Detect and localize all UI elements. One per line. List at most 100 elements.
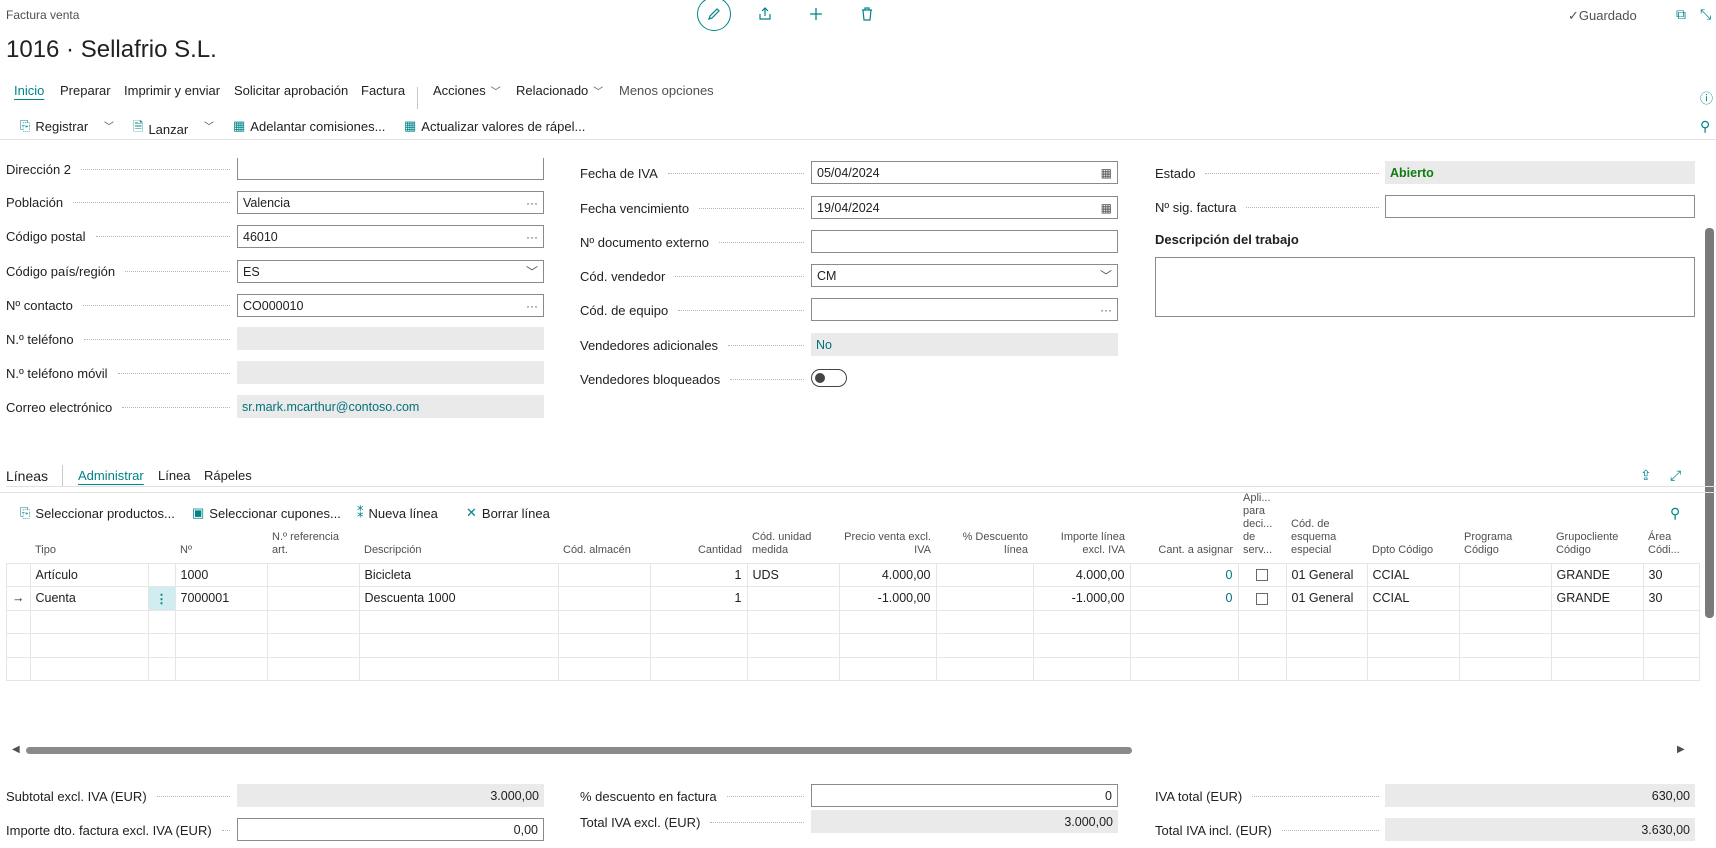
- cell-asignar[interactable]: 0: [1129, 586, 1239, 611]
- empty-row[interactable]: [6, 633, 1700, 658]
- expand-icon[interactable]: ⤢: [1670, 467, 1681, 484]
- pin-icon[interactable]: ⚲: [1700, 118, 1710, 135]
- cell-area[interactable]: 30: [1642, 586, 1700, 611]
- new-button[interactable]: [799, 0, 833, 31]
- cell-descripcion[interactable]: Descuenta 1000: [358, 586, 559, 611]
- column-header[interactable]: Área Códi...: [1643, 487, 1699, 563]
- empty-row[interactable]: [6, 609, 1700, 634]
- calendar-icon[interactable]: ▦: [1101, 166, 1112, 180]
- lanzar-button[interactable]: 🗎 Lanzar: [133, 118, 188, 140]
- fecha-vencimiento-input[interactable]: 19/04/2024 ▦: [811, 196, 1118, 219]
- column-header[interactable]: % Descuento línea: [936, 487, 1033, 563]
- tab-administrar[interactable]: Administrar: [78, 468, 144, 483]
- table-row[interactable]: → Cuenta ⋮ 7000001 Descuenta 1000 1 -1.0…: [6, 586, 1700, 611]
- menu-inicio[interactable]: Inicio: [14, 83, 44, 98]
- cell-precio[interactable]: 4.000,00: [838, 562, 937, 587]
- cell-unidad[interactable]: [746, 586, 840, 611]
- column-header[interactable]: Dpto Código: [1367, 487, 1459, 563]
- scroll-right-icon[interactable]: ▶: [1677, 744, 1685, 755]
- cell-cantidad[interactable]: 1: [649, 586, 748, 611]
- row-menu-button[interactable]: ⋮: [147, 586, 176, 611]
- tab-rapeles[interactable]: Rápeles: [204, 468, 252, 483]
- column-header[interactable]: Cód. unidad medida: [747, 487, 839, 563]
- pct-descuento-input[interactable]: 0: [811, 784, 1118, 807]
- cell-no[interactable]: 7000001: [174, 586, 268, 611]
- open-new-window-icon[interactable]: ⧉: [1676, 6, 1686, 23]
- cell-precio[interactable]: -1.000,00: [838, 586, 937, 611]
- share-icon[interactable]: ⇪: [1640, 467, 1652, 484]
- descripcion-textarea[interactable]: [1155, 257, 1695, 317]
- menu-acciones[interactable]: Acciones ﹀: [433, 83, 501, 98]
- cell-checkbox[interactable]: [1237, 586, 1287, 611]
- cell-programa[interactable]: [1458, 562, 1552, 587]
- cell-almacen[interactable]: [557, 562, 651, 587]
- equipo-input[interactable]: ···: [811, 298, 1118, 321]
- contacto-input[interactable]: CO000010 ···: [237, 294, 544, 317]
- column-header[interactable]: Cantidad: [650, 487, 747, 563]
- column-header[interactable]: Importe línea excl. IVA: [1033, 487, 1130, 563]
- cell-dpto[interactable]: CCIAL: [1366, 562, 1460, 587]
- codigo-postal-input[interactable]: 46010 ···: [237, 225, 544, 248]
- empty-row[interactable]: [6, 656, 1700, 681]
- cell-almacen[interactable]: [557, 586, 651, 611]
- column-header[interactable]: N.º referencia art.: [267, 487, 359, 563]
- checkbox[interactable]: [1256, 569, 1268, 582]
- ellipsis-icon[interactable]: ···: [526, 230, 538, 244]
- table-row[interactable]: Artículo 1000 Bicicleta 1 UDS 4.000,00 4…: [6, 562, 1700, 587]
- ellipsis-icon[interactable]: ···: [526, 196, 538, 210]
- cell-esquema[interactable]: 01 General: [1285, 586, 1368, 611]
- share-button[interactable]: [748, 0, 782, 31]
- cell-descuento[interactable]: [935, 586, 1034, 611]
- cell-importe[interactable]: -1.000,00: [1032, 586, 1131, 611]
- ellipsis-icon[interactable]: ···: [1100, 303, 1112, 317]
- poblacion-input[interactable]: Valencia ···: [237, 191, 544, 214]
- cell-dpto[interactable]: CCIAL: [1366, 586, 1460, 611]
- tab-linea[interactable]: Línea: [158, 468, 191, 483]
- cell-ref[interactable]: [266, 562, 360, 587]
- cell-area[interactable]: 30: [1642, 562, 1700, 587]
- column-header[interactable]: Cód. de esquema especial: [1286, 487, 1367, 563]
- vendedores-bloqueados-toggle[interactable]: [811, 369, 847, 387]
- cell-tipo[interactable]: Cuenta: [29, 586, 149, 611]
- direccion2-input[interactable]: [237, 158, 544, 180]
- registrar-button[interactable]: ⎘ Registrar: [20, 118, 88, 134]
- delete-button[interactable]: [850, 0, 884, 31]
- checkbox[interactable]: [1256, 592, 1268, 605]
- menu-solicitar[interactable]: Solicitar aprobación: [234, 83, 348, 98]
- fecha-iva-input[interactable]: 05/04/2024 ▦: [811, 161, 1118, 184]
- cell-grupo[interactable]: GRANDE: [1550, 562, 1644, 587]
- cell-importe[interactable]: 4.000,00: [1032, 562, 1131, 587]
- menu-preparar[interactable]: Preparar: [60, 83, 111, 98]
- column-header[interactable]: Apli... para deci... de serv...: [1238, 487, 1286, 563]
- column-header[interactable]: Tipo: [30, 487, 148, 563]
- info-icon[interactable]: ⓘ: [1700, 88, 1713, 107]
- cell-tipo[interactable]: Artículo: [29, 562, 149, 587]
- cell-descuento[interactable]: [935, 562, 1034, 587]
- menu-factura[interactable]: Factura: [361, 83, 405, 98]
- column-header[interactable]: Cant. a asignar: [1130, 487, 1238, 563]
- column-header[interactable]: Cód. almacén: [558, 487, 650, 563]
- ellipsis-icon[interactable]: ···: [526, 299, 538, 313]
- column-header[interactable]: Grupocliente Código: [1551, 487, 1643, 563]
- row-menu-cell[interactable]: [147, 562, 176, 587]
- adelantar-button[interactable]: ▦ Adelantar comisiones...: [233, 118, 385, 134]
- documento-externo-input[interactable]: [811, 230, 1118, 253]
- scroll-left-icon[interactable]: ◀: [12, 744, 20, 755]
- cell-asignar[interactable]: 0: [1129, 562, 1239, 587]
- column-header[interactable]: Programa Código: [1459, 487, 1551, 563]
- sig-factura-input[interactable]: [1385, 195, 1695, 218]
- menu-relacionado[interactable]: Relacionado ﹀: [516, 83, 603, 98]
- column-header[interactable]: Precio venta excl. IVA: [839, 487, 936, 563]
- lanzar-dropdown[interactable]: ﹀: [199, 118, 214, 133]
- actualizar-button[interactable]: ▦ Actualizar valores de rápel...: [404, 118, 585, 134]
- email-link[interactable]: sr.mark.mcarthur@contoso.com: [237, 395, 544, 418]
- cell-programa[interactable]: [1458, 586, 1552, 611]
- cell-grupo[interactable]: GRANDE: [1550, 586, 1644, 611]
- column-header[interactable]: Descripción: [359, 487, 558, 563]
- pais-select[interactable]: ES ﹀: [237, 260, 544, 283]
- registrar-dropdown[interactable]: ﹀: [99, 118, 114, 133]
- cell-cantidad[interactable]: 1: [649, 562, 748, 587]
- importe-dto-input[interactable]: 0,00: [237, 818, 544, 841]
- cell-checkbox[interactable]: [1237, 562, 1287, 587]
- collapse-icon[interactable]: ⤡: [1700, 6, 1711, 23]
